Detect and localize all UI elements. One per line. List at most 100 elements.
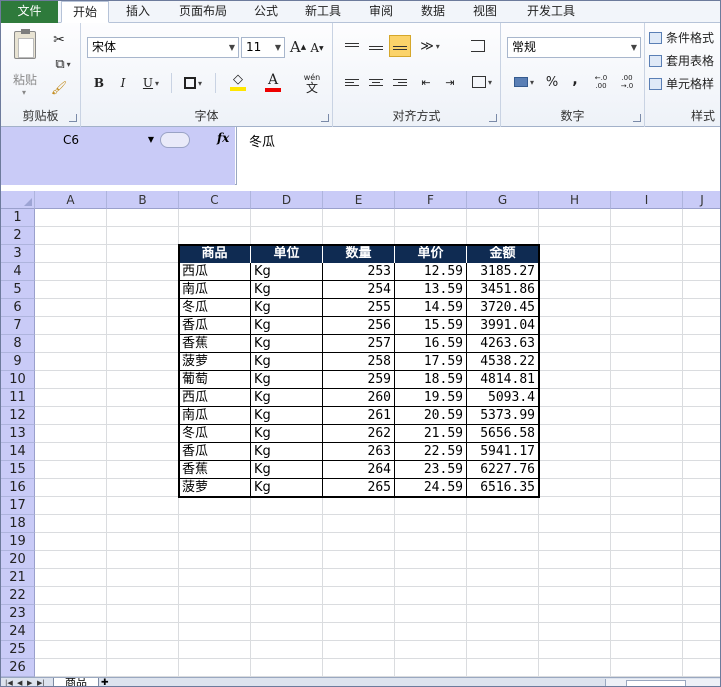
row-header[interactable]: 6 <box>1 299 35 317</box>
table-cell[interactable]: 5093.4 <box>467 389 539 407</box>
table-cell[interactable]: Kg <box>251 299 323 317</box>
table-cell[interactable]: 冬瓜 <box>179 425 251 443</box>
row-header[interactable]: 20 <box>1 551 35 569</box>
table-cell[interactable]: 13.59 <box>395 281 467 299</box>
table-cell[interactable]: Kg <box>251 425 323 443</box>
table-cell[interactable]: 3991.04 <box>467 317 539 335</box>
row-header[interactable]: 12 <box>1 407 35 425</box>
row-header[interactable]: 16 <box>1 479 35 497</box>
align-center-button[interactable] <box>365 71 387 93</box>
tab-review[interactable]: 审阅 <box>363 1 399 23</box>
table-cell[interactable]: 香瓜 <box>179 317 251 335</box>
table-cell[interactable]: 264 <box>323 461 395 479</box>
tab-new-tools[interactable]: 新工具 <box>297 1 349 23</box>
tab-developer[interactable]: 开发工具 <box>519 1 583 23</box>
row-header[interactable]: 17 <box>1 497 35 515</box>
table-cell[interactable]: 12.59 <box>395 263 467 281</box>
bottom-align-button[interactable] <box>389 35 411 57</box>
table-header-cell[interactable]: 金额 <box>467 245 539 263</box>
table-cell[interactable]: Kg <box>251 443 323 461</box>
table-cell[interactable]: 4263.63 <box>467 335 539 353</box>
select-all-button[interactable] <box>1 191 35 209</box>
table-cell[interactable]: 254 <box>323 281 395 299</box>
table-cell[interactable]: 6227.76 <box>467 461 539 479</box>
table-cell[interactable]: 19.59 <box>395 389 467 407</box>
first-sheet-icon[interactable]: |◀ <box>5 679 13 686</box>
font-dialog-launcher[interactable] <box>321 114 329 122</box>
number-format-select[interactable]: 常规 ▼ <box>507 37 641 58</box>
column-header[interactable]: J <box>683 191 720 209</box>
decrease-decimal-button[interactable]: .00 →.0 <box>615 71 639 93</box>
table-header-cell[interactable]: 单位 <box>251 245 323 263</box>
table-cell[interactable]: Kg <box>251 335 323 353</box>
table-cell[interactable]: 南瓜 <box>179 407 251 425</box>
table-cell[interactable]: 261 <box>323 407 395 425</box>
table-cell[interactable]: 256 <box>323 317 395 335</box>
table-cell[interactable]: Kg <box>251 461 323 479</box>
table-cell[interactable]: Kg <box>251 389 323 407</box>
font-size-select[interactable]: 11 ▼ <box>241 37 285 58</box>
column-header[interactable]: E <box>323 191 395 209</box>
table-cell[interactable]: 23.59 <box>395 461 467 479</box>
table-cell[interactable]: Kg <box>251 371 323 389</box>
table-cell[interactable]: 16.59 <box>395 335 467 353</box>
column-header[interactable]: B <box>107 191 179 209</box>
table-cell[interactable]: Kg <box>251 353 323 371</box>
table-cell[interactable]: 5941.17 <box>467 443 539 461</box>
row-header[interactable]: 2 <box>1 227 35 245</box>
copy-button[interactable]: ⧉ ▾ <box>49 55 77 73</box>
row-header[interactable]: 4 <box>1 263 35 281</box>
last-sheet-icon[interactable]: ▶| <box>37 679 45 686</box>
table-cell[interactable]: 冬瓜 <box>179 299 251 317</box>
row-header[interactable]: 26 <box>1 659 35 677</box>
table-cell[interactable]: 香蕉 <box>179 335 251 353</box>
column-header[interactable]: H <box>539 191 611 209</box>
table-cell[interactable]: 6516.35 <box>467 479 539 497</box>
insert-function-button[interactable]: fx <box>217 131 229 145</box>
table-header-cell[interactable]: 商品 <box>179 245 251 263</box>
cell-styles-button[interactable]: 单元格样 <box>649 75 714 92</box>
shrink-font-button[interactable]: A ▼ <box>309 39 325 57</box>
formula-input[interactable]: 冬瓜 <box>236 127 720 185</box>
tab-view[interactable]: 视图 <box>467 1 503 23</box>
table-cell[interactable]: 262 <box>323 425 395 443</box>
tab-home[interactable]: 开始 <box>61 1 109 23</box>
conditional-formatting-button[interactable]: 条件格式 <box>649 29 714 46</box>
scrollbar-thumb[interactable] <box>626 680 686 686</box>
table-cell[interactable]: 菠萝 <box>179 353 251 371</box>
tab-data[interactable]: 数据 <box>415 1 451 23</box>
percent-style-button[interactable]: % <box>541 71 563 93</box>
phonetic-button[interactable]: wén 文 <box>295 71 329 95</box>
merge-center-button[interactable]: ▾ <box>467 71 497 93</box>
row-header[interactable]: 25 <box>1 641 35 659</box>
table-cell[interactable]: 14.59 <box>395 299 467 317</box>
table-cell[interactable]: 15.59 <box>395 317 467 335</box>
sheet-tab-active[interactable]: 商品 <box>53 678 99 686</box>
orientation-button[interactable]: ≫ ▾ <box>415 35 445 57</box>
file-tab[interactable]: 文件 <box>1 1 58 23</box>
column-header[interactable]: I <box>611 191 683 209</box>
font-color-button[interactable]: A <box>257 71 289 93</box>
italic-button[interactable]: I <box>113 73 133 93</box>
grow-font-button[interactable]: A ▲ <box>289 37 307 57</box>
row-header[interactable]: 8 <box>1 335 35 353</box>
row-header[interactable]: 24 <box>1 623 35 641</box>
table-cell[interactable]: 菠萝 <box>179 479 251 497</box>
decrease-indent-button[interactable]: ⇤ <box>415 71 437 93</box>
prev-sheet-icon[interactable]: ◀ <box>17 679 22 686</box>
tab-insert[interactable]: 插入 <box>117 1 159 23</box>
row-header[interactable]: 10 <box>1 371 35 389</box>
table-cell[interactable]: 258 <box>323 353 395 371</box>
row-header[interactable]: 18 <box>1 515 35 533</box>
row-header[interactable]: 7 <box>1 317 35 335</box>
horizontal-scrollbar[interactable] <box>605 679 720 686</box>
row-header[interactable]: 22 <box>1 587 35 605</box>
column-header[interactable]: G <box>467 191 539 209</box>
table-cell[interactable]: 4814.81 <box>467 371 539 389</box>
table-cell[interactable]: 20.59 <box>395 407 467 425</box>
row-header[interactable]: 13 <box>1 425 35 443</box>
table-cell[interactable]: 257 <box>323 335 395 353</box>
table-cell[interactable]: 22.59 <box>395 443 467 461</box>
row-header[interactable]: 23 <box>1 605 35 623</box>
row-header[interactable]: 9 <box>1 353 35 371</box>
